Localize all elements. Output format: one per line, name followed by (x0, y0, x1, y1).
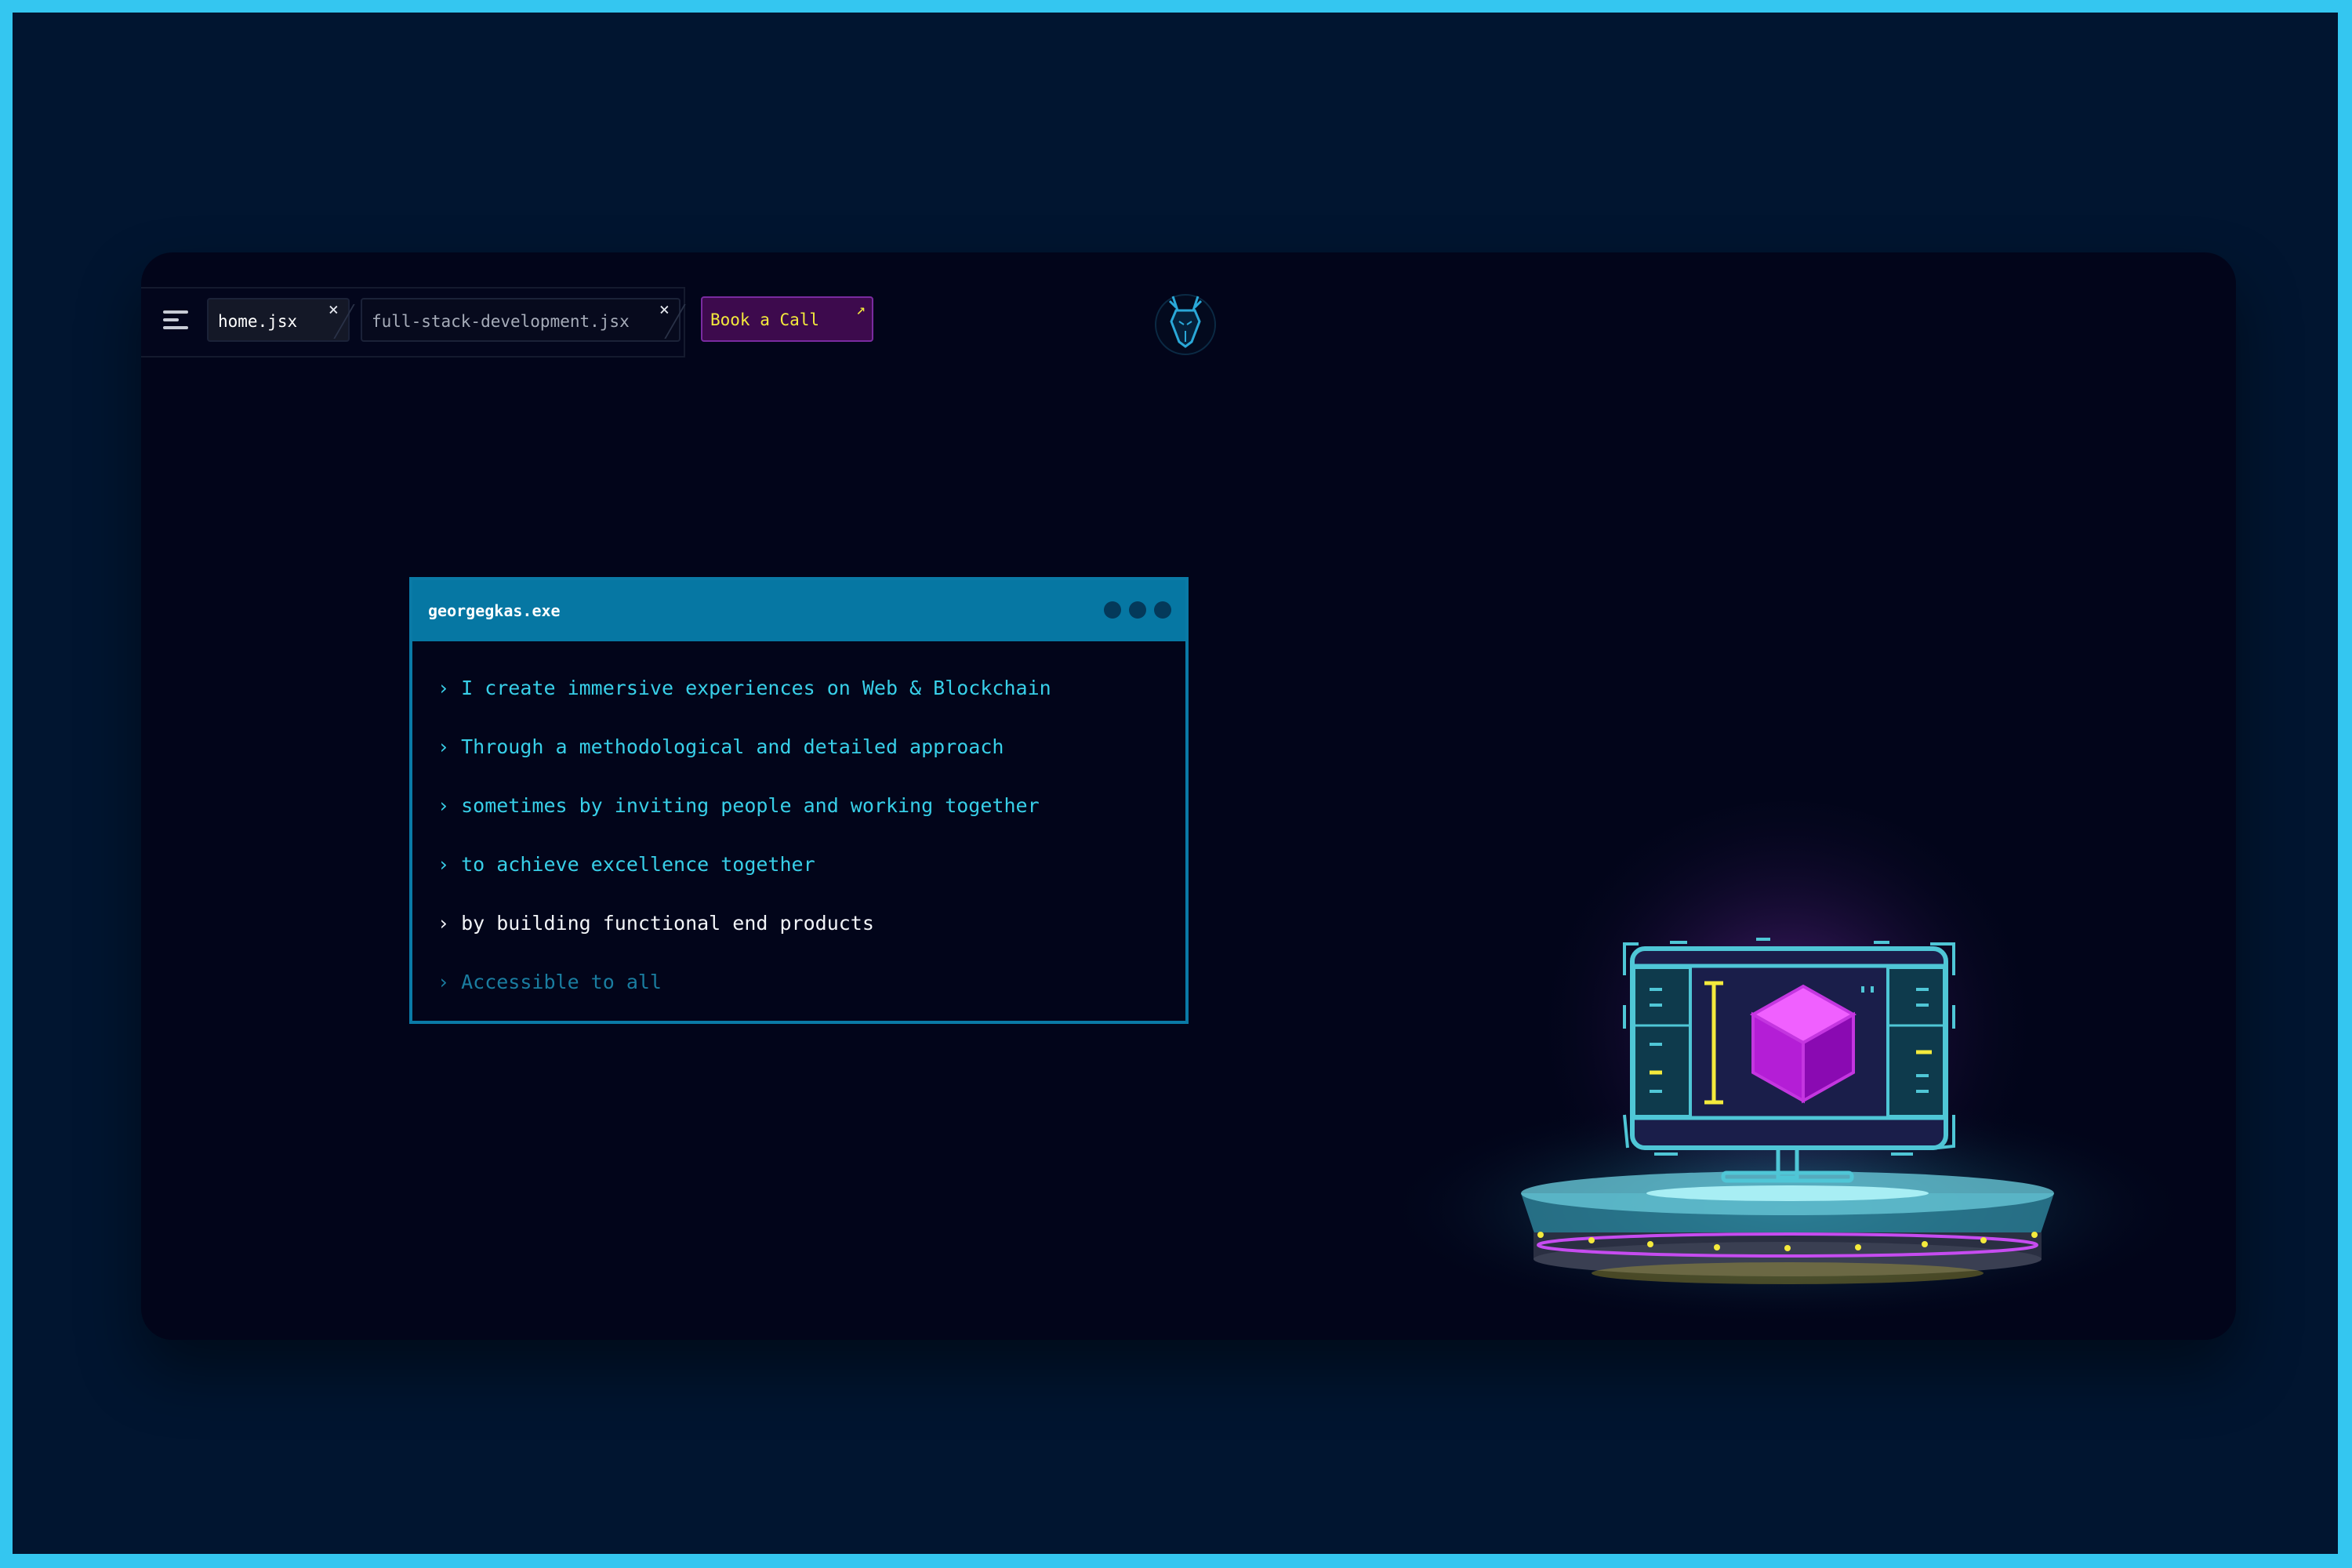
window-dot-icon[interactable] (1154, 601, 1171, 619)
terminal-title: georgegkas.exe (428, 601, 561, 620)
tab-bar: home.jsx × full-stack-development.jsx × (141, 287, 686, 358)
tab-label: full-stack-development.jsx (372, 312, 630, 331)
tab-divider (630, 304, 686, 339)
window-controls (1096, 601, 1171, 622)
terminal-line: › to achieve excellence together (437, 853, 815, 876)
window-dot-icon[interactable] (1104, 601, 1121, 619)
terminal-line: › sometimes by inviting people and worki… (437, 794, 1040, 817)
terminal-line: › Accessible to all (437, 971, 662, 993)
book-a-call-label: Book a Call (710, 310, 820, 329)
tab-divider (299, 304, 355, 339)
terminal-header: georgegkas.exe (412, 580, 1185, 641)
book-a-call-button[interactable]: Book a Call ↗ (701, 296, 873, 342)
terminal-window: georgegkas.exe › I create immersive expe… (409, 577, 1189, 1024)
terminal-line: › I create immersive experiences on Web … (437, 677, 1051, 699)
terminal-line: › by building functional end products (437, 912, 874, 935)
app-window: home.jsx × full-stack-development.jsx × … (141, 252, 2236, 1340)
tab-label: home.jsx (218, 312, 298, 331)
external-link-arrow-icon: ↗ (855, 299, 866, 318)
tab-home[interactable]: home.jsx × (207, 298, 355, 342)
close-icon[interactable]: × (328, 289, 339, 332)
hologram-monitor-illustration (1380, 801, 2195, 1327)
terminal-output: › I create immersive experiences on Web … (412, 641, 1185, 1011)
terminal-line: › Through a methodological and detailed … (437, 735, 1004, 758)
deer-logo-icon[interactable] (1152, 287, 1218, 358)
window-dot-icon[interactable] (1129, 601, 1146, 619)
close-icon[interactable]: × (659, 289, 670, 332)
page-frame: home.jsx × full-stack-development.jsx × … (13, 13, 2338, 1554)
tab-full-stack-development[interactable]: full-stack-development.jsx × (361, 298, 686, 342)
hamburger-menu-icon[interactable] (163, 310, 188, 332)
